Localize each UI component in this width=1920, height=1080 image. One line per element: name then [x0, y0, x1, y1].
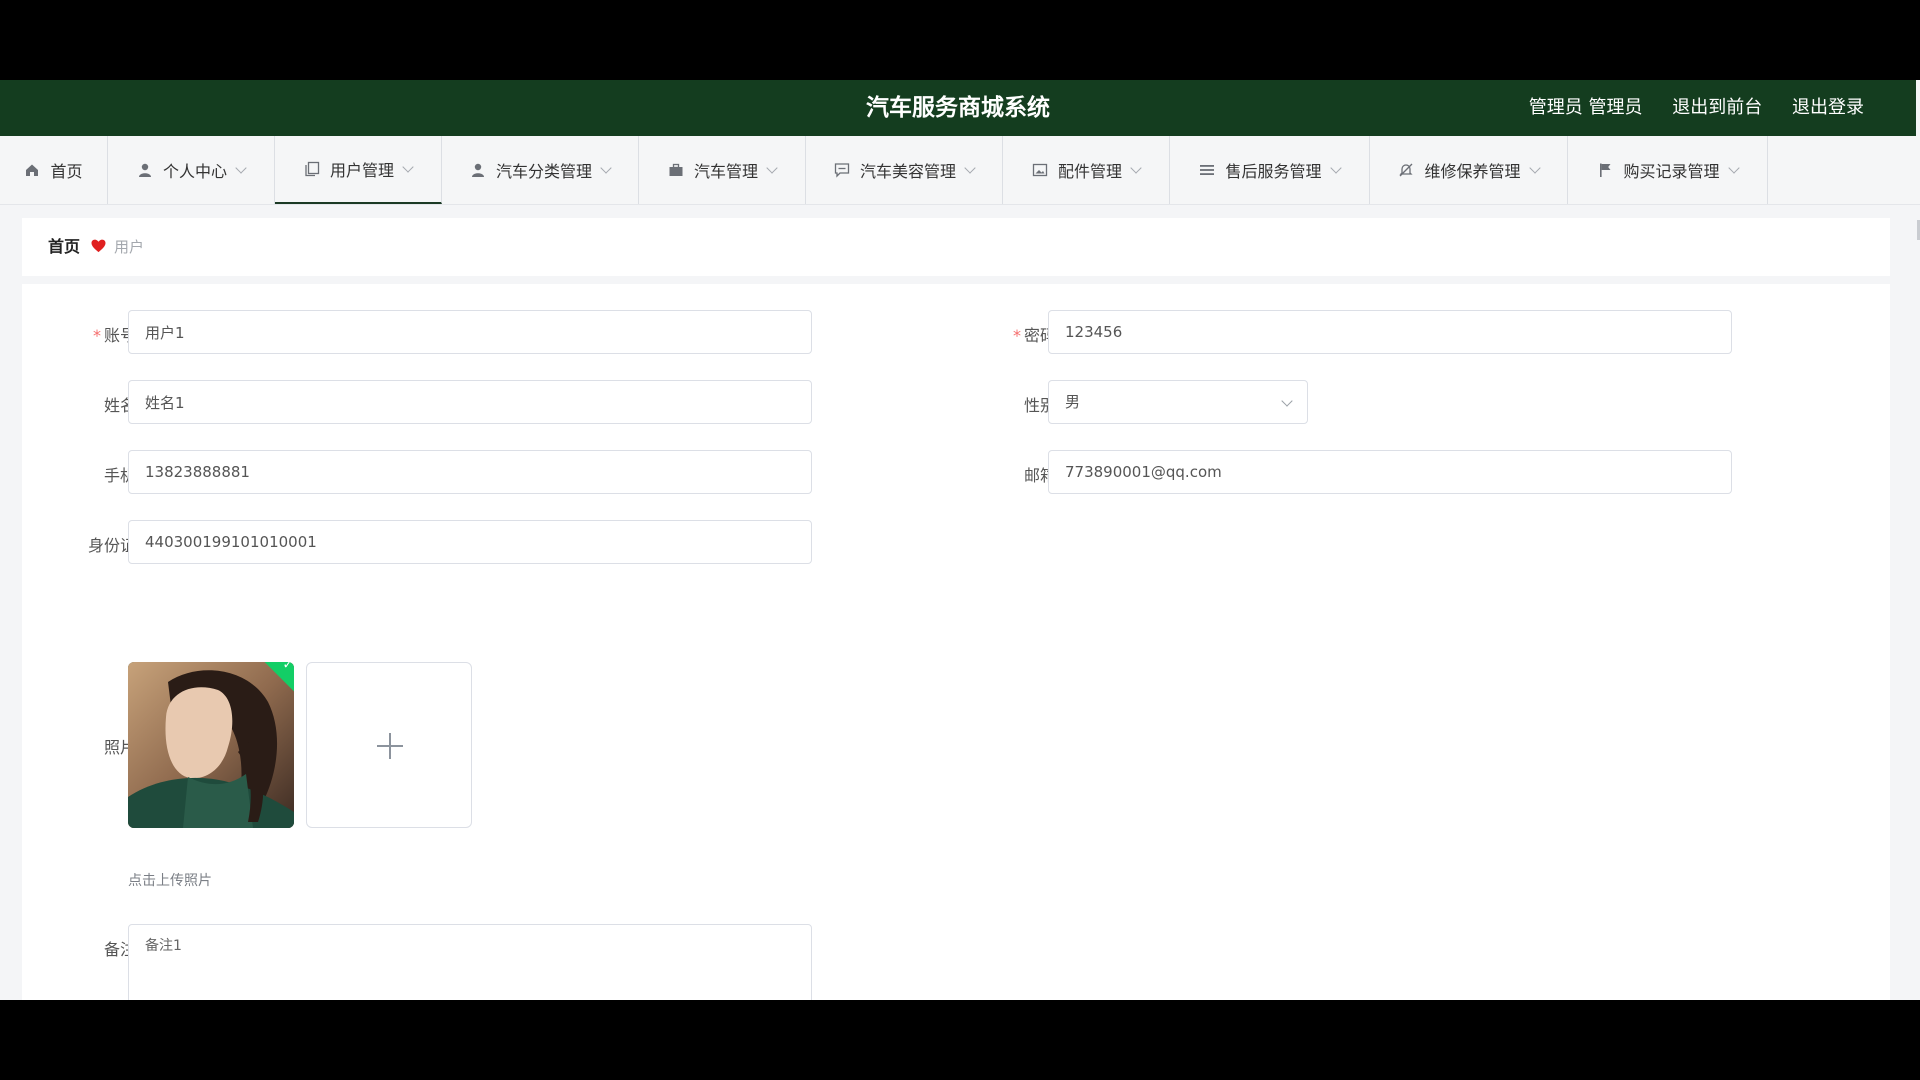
chat-icon: [834, 162, 850, 178]
nav-item-purchase-records[interactable]: 购买记录管理: [1568, 136, 1768, 204]
required-mark: *: [1012, 326, 1021, 345]
user-form-card: *账号 *密码 姓名 性别 男 手机 邮箱 身份证 照片: [22, 284, 1890, 1000]
note-label: 备注: [103, 940, 136, 959]
email-input[interactable]: [1048, 450, 1732, 494]
header-actions: 管理员 管理员 退出到前台 退出登录: [1505, 80, 1864, 136]
phone-input[interactable]: [128, 450, 812, 494]
nav-label: 维修保养管理: [1424, 162, 1521, 181]
nav-label: 首页: [50, 162, 83, 181]
logout-link[interactable]: 退出登录: [1792, 97, 1864, 118]
phone-label: 手机: [103, 466, 136, 485]
nav-label: 购买记录管理: [1623, 162, 1720, 181]
name-input[interactable]: [128, 380, 812, 424]
flag-icon: [1597, 162, 1613, 178]
current-user: 管理员 管理员: [1528, 97, 1643, 118]
breadcrumb-home[interactable]: 首页: [48, 218, 80, 276]
chevron-down-icon: [964, 161, 976, 174]
nav-label: 用户管理: [329, 161, 394, 180]
nav-item-home[interactable]: 首页: [0, 136, 108, 204]
top-header: 汽车服务商城系统 管理员 管理员 退出到前台 退出登录: [0, 80, 1916, 136]
nav-label: 汽车美容管理: [859, 162, 956, 181]
photo-label: 照片: [103, 738, 136, 757]
user-icon: [137, 162, 153, 178]
heart-icon: [91, 238, 106, 257]
bell-off-icon: [1398, 162, 1414, 178]
upload-tip: 点击上传照片: [128, 873, 212, 889]
password-input[interactable]: [1048, 310, 1732, 354]
briefcase-icon: [668, 162, 684, 178]
account-input[interactable]: [128, 310, 812, 354]
required-mark: *: [92, 326, 101, 345]
top-nav-menu: 首页 个人中心 用户管理 汽车分类管理 汽车管理 汽车美容管理 配件管理 售后服…: [0, 136, 1920, 205]
chevron-down-icon: [600, 161, 612, 174]
copy-icon: [304, 161, 320, 177]
gender-value: 男: [1065, 393, 1081, 411]
chevron-down-icon: [1281, 395, 1293, 407]
nav-item-maintenance[interactable]: 维修保养管理: [1370, 136, 1568, 204]
nav-label: 配件管理: [1057, 162, 1122, 181]
user-icon: [470, 162, 486, 178]
list-icon: [1199, 162, 1215, 178]
breadcrumb: 首页 用户: [22, 218, 1890, 276]
nav-item-car-category[interactable]: 汽车分类管理: [442, 136, 639, 204]
home-icon: [24, 162, 40, 178]
upload-photo-button[interactable]: [306, 662, 472, 828]
photo-image: [128, 662, 294, 828]
password-label: * 密码: [1012, 326, 1056, 345]
back-to-front-link[interactable]: 退出到前台: [1672, 97, 1762, 118]
gender-select[interactable]: 男: [1048, 380, 1308, 424]
nav-item-car-management[interactable]: 汽车管理: [639, 136, 806, 204]
image-icon: [1032, 162, 1048, 178]
chevron-down-icon: [402, 160, 414, 173]
chevron-down-icon: [1130, 161, 1142, 174]
nav-label: 个人中心: [162, 162, 227, 181]
chevron-down-icon: [766, 161, 778, 174]
nav-label: 汽车分类管理: [495, 162, 592, 181]
nav-label: 售后服务管理: [1225, 162, 1322, 181]
nav-label: 汽车管理: [693, 162, 758, 181]
gender-label: 性别: [1023, 396, 1056, 415]
nav-item-parts[interactable]: 配件管理: [1003, 136, 1170, 204]
chevron-down-icon: [235, 161, 247, 174]
breadcrumb-current: 用户: [114, 238, 145, 256]
note-value: 备注1: [145, 938, 182, 954]
check-icon: ✓: [282, 662, 294, 673]
uploaded-photo-thumbnail[interactable]: ✓: [128, 662, 294, 828]
nav-item-user-management[interactable]: 用户管理: [275, 136, 442, 204]
idcard-label: 身份证: [87, 536, 136, 555]
nav-item-personal-center[interactable]: 个人中心: [108, 136, 275, 204]
chevron-down-icon: [1329, 161, 1342, 174]
note-textarea[interactable]: 备注1: [128, 924, 812, 1000]
nav-item-after-sales[interactable]: 售后服务管理: [1170, 136, 1370, 204]
nav-item-car-beauty[interactable]: 汽车美容管理: [806, 136, 1003, 204]
email-label: 邮箱: [1023, 466, 1056, 485]
chevron-down-icon: [1528, 161, 1541, 174]
chevron-down-icon: [1727, 161, 1740, 174]
name-label: 姓名: [103, 396, 136, 415]
idcard-input[interactable]: [128, 520, 812, 564]
app-screen: 汽车服务商城系统 管理员 管理员 退出到前台 退出登录 首页 个人中心 用户管理: [0, 80, 1920, 1000]
account-label: * 账号: [92, 326, 136, 345]
